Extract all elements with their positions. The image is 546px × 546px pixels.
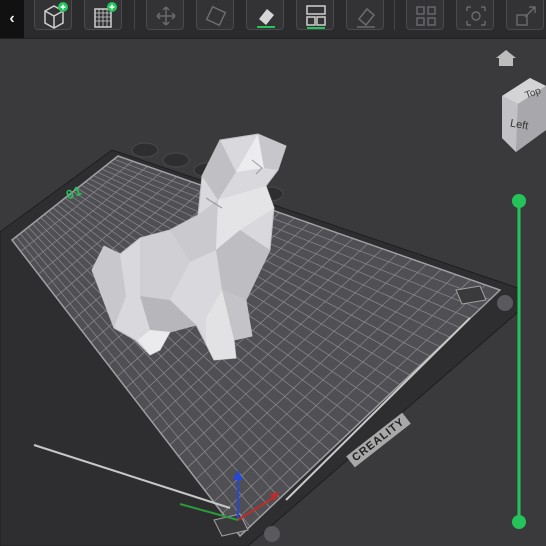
gear-grid-icon [466, 6, 486, 26]
split-button[interactable] [406, 0, 444, 30]
cube-plus-icon [44, 2, 68, 29]
scale-button[interactable] [506, 0, 544, 30]
collapse-toolbar-button[interactable]: ‹ [0, 0, 24, 38]
support-button[interactable] [346, 0, 384, 30]
layer-slider[interactable] [508, 194, 530, 530]
scale-icon [516, 6, 536, 26]
move-arrows-icon [156, 6, 176, 26]
3d-viewport[interactable]: 01 CREALITY [0, 39, 546, 546]
layout-icon [306, 5, 326, 29]
add-plate-button[interactable] [84, 0, 122, 30]
split-icon [416, 6, 436, 26]
chevron-left-icon: ‹ [9, 10, 15, 27]
home-icon[interactable] [494, 48, 518, 68]
paint-icon [357, 7, 376, 28]
fingerprint-icon-2 [264, 526, 280, 542]
top-toolbar: ‹ [0, 0, 546, 39]
arrange-button[interactable] [296, 0, 334, 30]
layer-slider-bottom-handle[interactable] [512, 515, 526, 529]
move-button[interactable] [146, 0, 184, 30]
view-cube[interactable] [496, 66, 546, 156]
rotate-button[interactable] [196, 0, 234, 30]
layer-slider-top-handle[interactable] [512, 194, 526, 208]
eraser-icon [257, 9, 275, 28]
scene-canvas [0, 133, 519, 546]
add-model-button[interactable] [34, 0, 72, 30]
lay-on-face-button[interactable] [246, 0, 284, 30]
grid-plus-icon [94, 2, 117, 28]
orient-button[interactable] [456, 0, 494, 30]
rotate-icon [205, 5, 227, 27]
